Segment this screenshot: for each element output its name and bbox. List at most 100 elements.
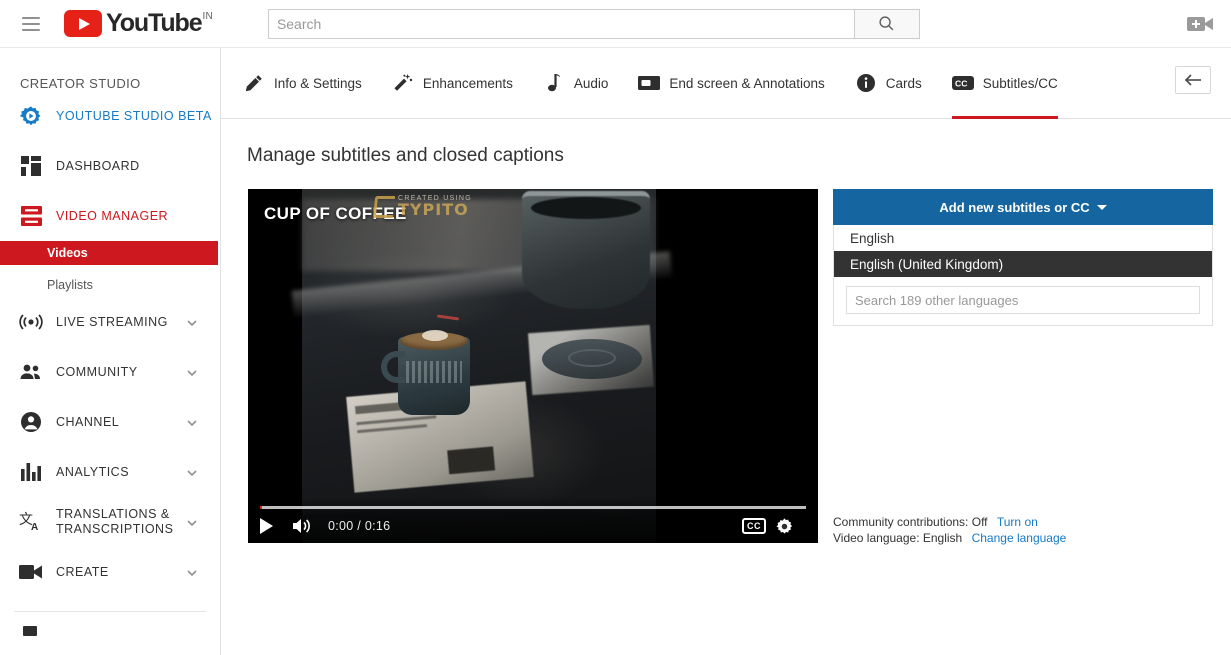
community-contributions-label: Community contributions:	[833, 515, 969, 529]
end-screen-icon	[638, 72, 661, 94]
back-button[interactable]	[1175, 66, 1211, 94]
video-language-row: Video language: English Change language	[833, 530, 1213, 546]
tab-label: End screen & Annotations	[669, 75, 825, 91]
settings-button[interactable]	[766, 509, 802, 543]
content-row: CUP OF COFFEE CREATED USING TYPITO 0:00 …	[221, 167, 1231, 546]
video-coffee-cup	[381, 330, 470, 415]
sidebar-item-partial[interactable]	[0, 612, 220, 646]
tab-label: Info & Settings	[274, 75, 362, 91]
video-language-value: English	[922, 531, 963, 545]
tab-cards[interactable]: Cards	[855, 48, 922, 119]
language-option-english-uk[interactable]: English (United Kingdom)	[834, 251, 1212, 277]
language-dropdown-list: English English (United Kingdom)	[833, 225, 1213, 326]
chevron-down-icon[interactable]	[186, 466, 198, 478]
sidebar-subitem-label: Videos	[47, 246, 88, 260]
sidebar-item-channel[interactable]: CHANNEL	[0, 397, 220, 447]
svg-text:CC: CC	[955, 78, 967, 88]
tab-info-settings[interactable]: Info & Settings	[243, 48, 362, 119]
sidebar-subitem-playlists[interactable]: Playlists	[0, 273, 220, 297]
video-player[interactable]: CUP OF COFFEE CREATED USING TYPITO 0:00 …	[248, 189, 818, 543]
upload-video-button[interactable]	[1185, 12, 1215, 36]
magic-wand-icon	[392, 72, 414, 94]
back-arrow-icon	[1184, 74, 1201, 86]
newspaper-photo	[447, 446, 496, 475]
sidebar: CREATOR STUDIO YOUTUBE STUDIO BETA DASHB…	[0, 48, 221, 655]
chevron-down-icon[interactable]	[186, 316, 198, 328]
language-option-label: English (United Kingdom)	[850, 256, 1004, 272]
youtube-logo[interactable]: YouTube IN	[64, 10, 213, 37]
control-row: 0:00 / 0:16 CC	[248, 509, 818, 543]
video-saucer-ring	[568, 349, 616, 367]
newspaper-line	[357, 424, 428, 434]
typito-mark-icon	[372, 196, 396, 219]
sidebar-subitem-label: Playlists	[47, 278, 93, 292]
tab-enhancements[interactable]: Enhancements	[392, 48, 513, 119]
analytics-bars-icon	[18, 459, 44, 485]
live-broadcast-icon	[18, 309, 44, 335]
sidebar-item-create[interactable]: CREATE	[0, 547, 220, 597]
turn-on-link[interactable]: Turn on	[997, 515, 1038, 529]
panel-metadata: Community contributions: Off Turn on Vid…	[833, 514, 1213, 546]
player-controls: 0:00 / 0:16 CC	[248, 497, 818, 543]
volume-icon	[293, 519, 310, 533]
svg-text:A: A	[31, 522, 38, 533]
tab-subtitles-cc[interactable]: CC Subtitles/CC	[951, 48, 1058, 119]
video-manager-icon	[18, 203, 44, 229]
youtube-country-code: IN	[202, 11, 213, 22]
tab-audio[interactable]: Audio	[543, 48, 609, 119]
community-contributions-value: Off	[971, 515, 988, 529]
typito-watermark: CREATED USING TYPITO	[372, 195, 472, 220]
pencil-icon	[243, 72, 265, 94]
tab-end-screen-annotations[interactable]: End screen & Annotations	[638, 48, 825, 119]
subtitles-panel: Add new subtitles or CC English English …	[833, 189, 1213, 546]
main-content: Info & Settings Enhancements Audio End s…	[221, 48, 1231, 655]
sidebar-item-live-streaming[interactable]: LIVE STREAMING	[0, 297, 220, 347]
sidebar-item-label: ANALYTICS	[56, 464, 130, 479]
play-button[interactable]	[248, 509, 284, 543]
watermark-brand: TYPITO	[398, 200, 469, 220]
studio-beta-gear-icon	[18, 103, 44, 129]
newspaper-masthead	[355, 402, 404, 415]
sidebar-item-youtube-studio-beta[interactable]: YOUTUBE STUDIO BETA	[0, 91, 220, 141]
language-option-english[interactable]: English	[834, 225, 1212, 251]
sidebar-item-label: COMMUNITY	[56, 364, 138, 379]
cc-icon: CC	[951, 72, 974, 94]
video-frame	[291, 189, 673, 543]
help-square-icon	[18, 616, 44, 642]
chevron-down-icon[interactable]	[186, 366, 198, 378]
hamburger-icon[interactable]	[22, 12, 46, 36]
sidebar-item-label: CHANNEL	[56, 414, 120, 429]
sidebar-item-label: CREATE	[56, 564, 109, 579]
gear-icon	[775, 517, 792, 534]
video-saucer	[542, 339, 642, 379]
search-button[interactable]	[853, 8, 920, 39]
language-search-input[interactable]	[846, 286, 1200, 314]
add-subtitles-dropdown-button[interactable]: Add new subtitles or CC	[833, 189, 1213, 225]
tab-label: Enhancements	[422, 75, 513, 91]
chevron-down-icon[interactable]	[186, 516, 198, 528]
search-icon	[879, 16, 894, 31]
youtube-wordmark: YouTube	[106, 9, 203, 37]
sidebar-item-label: YOUTUBE STUDIO BETA	[56, 108, 212, 123]
chevron-down-icon	[1096, 204, 1107, 210]
sidebar-item-dashboard[interactable]: DASHBOARD	[0, 141, 220, 191]
cc-toggle-button[interactable]: CC	[742, 518, 766, 534]
sidebar-item-translations-transcriptions[interactable]: 文 A TRANSLATIONS & TRANSCRIPTIONS	[0, 497, 220, 547]
video-pot	[522, 191, 650, 309]
chevron-down-icon[interactable]	[186, 566, 198, 578]
sidebar-subitem-videos[interactable]: Videos	[0, 241, 218, 265]
tab-label: Cards	[885, 75, 922, 91]
sidebar-item-community[interactable]: COMMUNITY	[0, 347, 220, 397]
search-input[interactable]	[267, 8, 854, 39]
time-display: 0:00 / 0:16	[328, 519, 391, 533]
latte-art	[422, 330, 448, 341]
volume-button[interactable]	[284, 509, 320, 543]
create-camera-icon	[18, 559, 44, 585]
chevron-down-icon[interactable]	[186, 416, 198, 428]
sidebar-item-video-manager[interactable]: VIDEO MANAGER	[0, 191, 220, 241]
change-language-link[interactable]: Change language	[972, 531, 1067, 545]
tab-label: Audio	[573, 75, 609, 91]
sidebar-item-label: DASHBOARD	[56, 158, 140, 173]
sidebar-item-analytics[interactable]: ANALYTICS	[0, 447, 220, 497]
video-pot-inner	[531, 197, 641, 219]
